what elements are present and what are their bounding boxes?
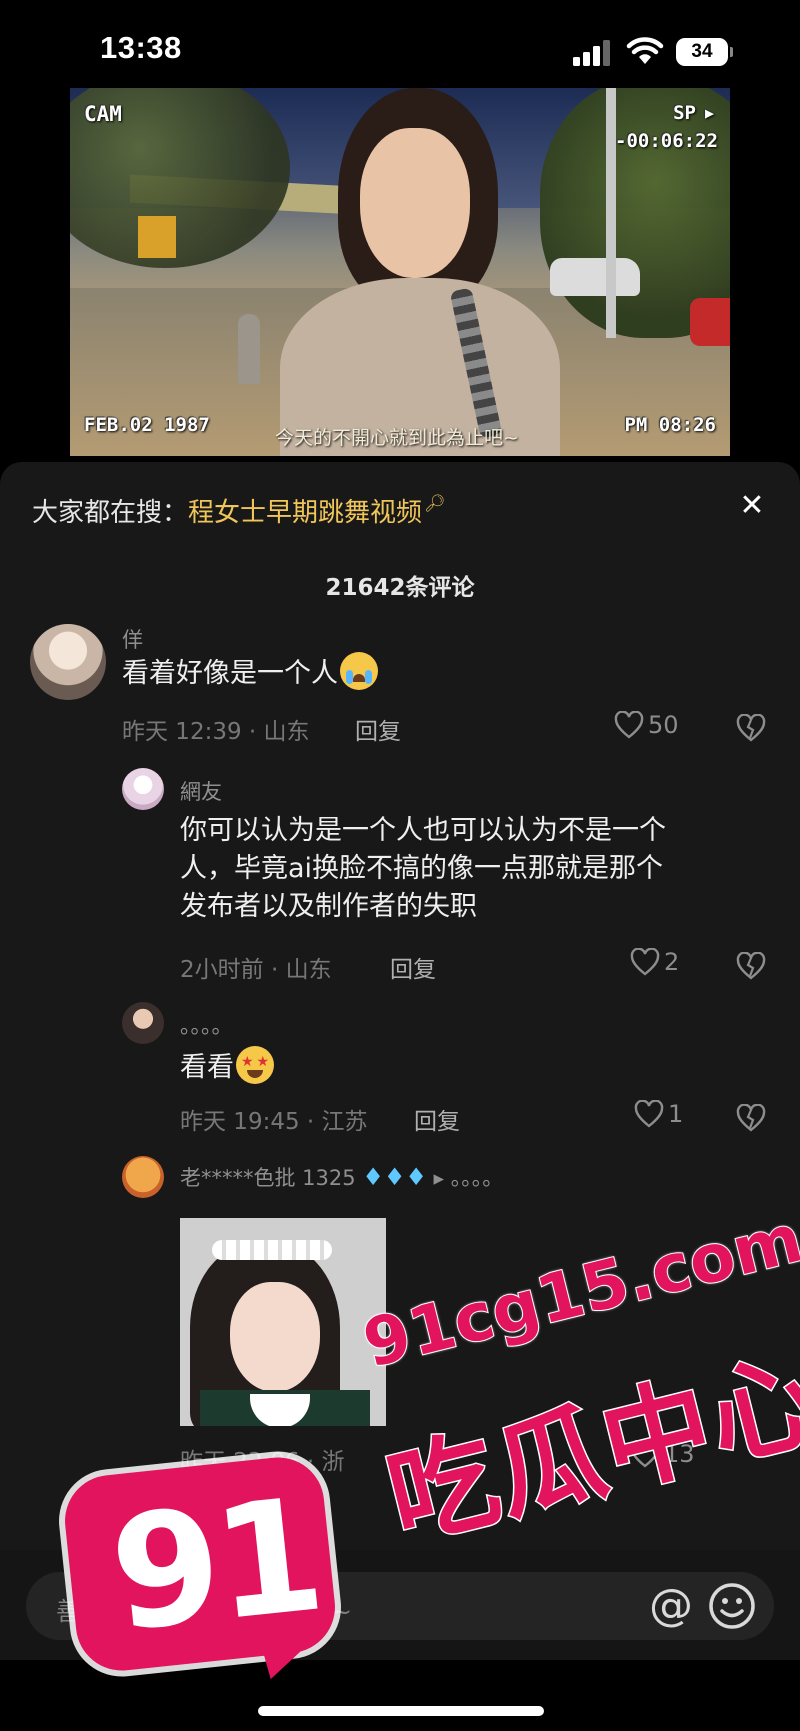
cam-label: CAM — [84, 102, 122, 126]
bottom-safe-area — [0, 1660, 800, 1731]
comment-count: 21642条评论 — [325, 575, 475, 601]
smiley-icon — [709, 1583, 755, 1629]
play-indicator-icon: ▶ — [704, 104, 714, 122]
like-count: 13 — [664, 1440, 695, 1468]
comment-time-location: 昨天 22:06 · 浙 — [180, 1449, 345, 1475]
cellular-signal-icon — [573, 40, 613, 66]
like-button[interactable]: 13 — [630, 1440, 695, 1468]
emoji-button[interactable] — [706, 1580, 758, 1632]
image-headband — [212, 1240, 332, 1260]
battery-icon: 34 — [676, 38, 733, 66]
like-button[interactable]: 50 — [614, 711, 679, 739]
reply-button[interactable]: 回复 — [414, 1102, 460, 1136]
search-suggestion[interactable]: 大家都在搜：程女士早期跳舞视频 🔎︎ — [32, 492, 446, 529]
comments-sheet: 大家都在搜：程女士早期跳舞视频 🔎︎ ✕ 21642条评论 佯 看着好像是一个人 … — [0, 462, 800, 1731]
comment-input[interactable]: 善语结善缘，恶言伤人心~ @ — [26, 1572, 774, 1640]
like-count: 1 — [668, 1100, 684, 1128]
crying-emoji-icon — [340, 652, 378, 690]
comment-time-location: 昨天 19:45 · 江苏 — [180, 1109, 368, 1135]
status-bar: 13:38 34 — [0, 0, 800, 90]
comment-author-name: 老*****色批 1325 — [180, 1166, 356, 1190]
comment-author-name: 耿波优歪 — [180, 1504, 264, 1528]
dislike-heart-icon[interactable] — [736, 1104, 766, 1132]
comment-time-location: 2小时前 · 山东 — [180, 957, 332, 983]
comment-input-bar: 善语结善缘，恶言伤人心~ @ — [0, 1550, 800, 1660]
close-button[interactable]: ✕ — [734, 488, 770, 524]
clock-label: PM 08:26 — [624, 414, 716, 436]
dislike-heart-icon[interactable] — [736, 952, 766, 980]
comment-text-line: 发布者以及制作者的失职 — [180, 891, 477, 922]
heart-outline-icon — [630, 1440, 660, 1468]
heart-outline-icon — [614, 711, 644, 739]
comment-author[interactable]: 。。。。 — [180, 1010, 233, 1040]
reply-button[interactable]: 回复 — [355, 712, 401, 746]
mention-button[interactable]: @ — [646, 1582, 696, 1632]
status-time: 13:38 — [100, 30, 182, 65]
comment-time-location: 昨天 12:39 · 山东 — [122, 719, 310, 745]
comment-text-line: 你可以认为是一个人也可以认为不是一个 — [180, 815, 666, 846]
dislike-heart-icon[interactable] — [736, 714, 766, 742]
like-button[interactable]: 1 — [634, 1100, 683, 1128]
like-count: 50 — [648, 711, 679, 739]
search-term-link[interactable]: 程女士早期跳舞视频 — [188, 498, 422, 528]
comment-author[interactable]: 佯 — [122, 624, 143, 654]
wifi-icon — [626, 36, 664, 66]
time-counter: -00:06:22 — [615, 130, 718, 152]
video-subtitle: 今天的不開心就到此為止吧~ — [275, 427, 519, 449]
comment-text-content: 看着好像是一个人 — [122, 658, 338, 689]
like-count: 2 — [664, 948, 680, 976]
heart-outline-icon — [630, 948, 660, 976]
comment-image[interactable] — [180, 1218, 386, 1426]
search-prefix: 大家都在搜： — [32, 498, 189, 528]
sp-label: SP — [673, 102, 696, 124]
avatar[interactable] — [122, 1002, 164, 1044]
video-car — [690, 298, 730, 346]
image-face — [230, 1282, 320, 1392]
search-icon: 🔎︎ — [424, 494, 446, 514]
comment-author-suffix: ▸ 。。。。 — [433, 1166, 504, 1190]
comment-author-suffix: ▸ 。。。 — [270, 1504, 330, 1528]
star-eyes-emoji-icon: ★ ★ — [236, 1046, 274, 1084]
video-post — [606, 88, 616, 338]
date-label: FEB.02 1987 — [84, 414, 210, 436]
avatar[interactable] — [122, 1156, 164, 1198]
video-person-face — [360, 128, 470, 278]
comment-author[interactable]: 老*****色批 1325 ♦♦♦ ▸ 。。。。 — [180, 1162, 503, 1192]
comment-text-line: 人，毕竟ai换脸不搞的像一点那就是那个 — [180, 853, 664, 884]
comment-text: 看着好像是一个人 — [122, 652, 378, 693]
comment-input-placeholder: 善语结善缘，恶言伤人心~ — [56, 1597, 352, 1626]
video-player[interactable]: CAM SP ▶ -00:06:22 FEB.02 1987 PM 08:26 … — [70, 88, 730, 456]
avatar[interactable] — [30, 624, 106, 700]
avatar[interactable] — [122, 1496, 156, 1530]
home-indicator[interactable] — [258, 1706, 544, 1716]
comment-text-content: 看看 — [180, 1052, 234, 1083]
avatar[interactable] — [122, 768, 164, 810]
video-bollard — [238, 314, 260, 384]
comment-author[interactable]: 網友 — [180, 776, 222, 806]
video-sign — [138, 216, 176, 258]
comment-author[interactable]: 耿波优歪 ▸ 。。。 — [180, 1500, 330, 1530]
diamond-badge-icon: ♦♦♦ — [362, 1163, 427, 1191]
like-button[interactable]: 2 — [630, 948, 679, 976]
comment-text: 你可以认为是一个人也可以认为不是一个 人，毕竟ai换脸不搞的像一点那就是那个 发… — [180, 812, 666, 926]
comment-text: 看看 ★ ★ — [180, 1046, 274, 1087]
heart-outline-icon — [634, 1100, 664, 1128]
reply-button[interactable]: 回复 — [390, 950, 436, 984]
video-car — [550, 258, 640, 296]
